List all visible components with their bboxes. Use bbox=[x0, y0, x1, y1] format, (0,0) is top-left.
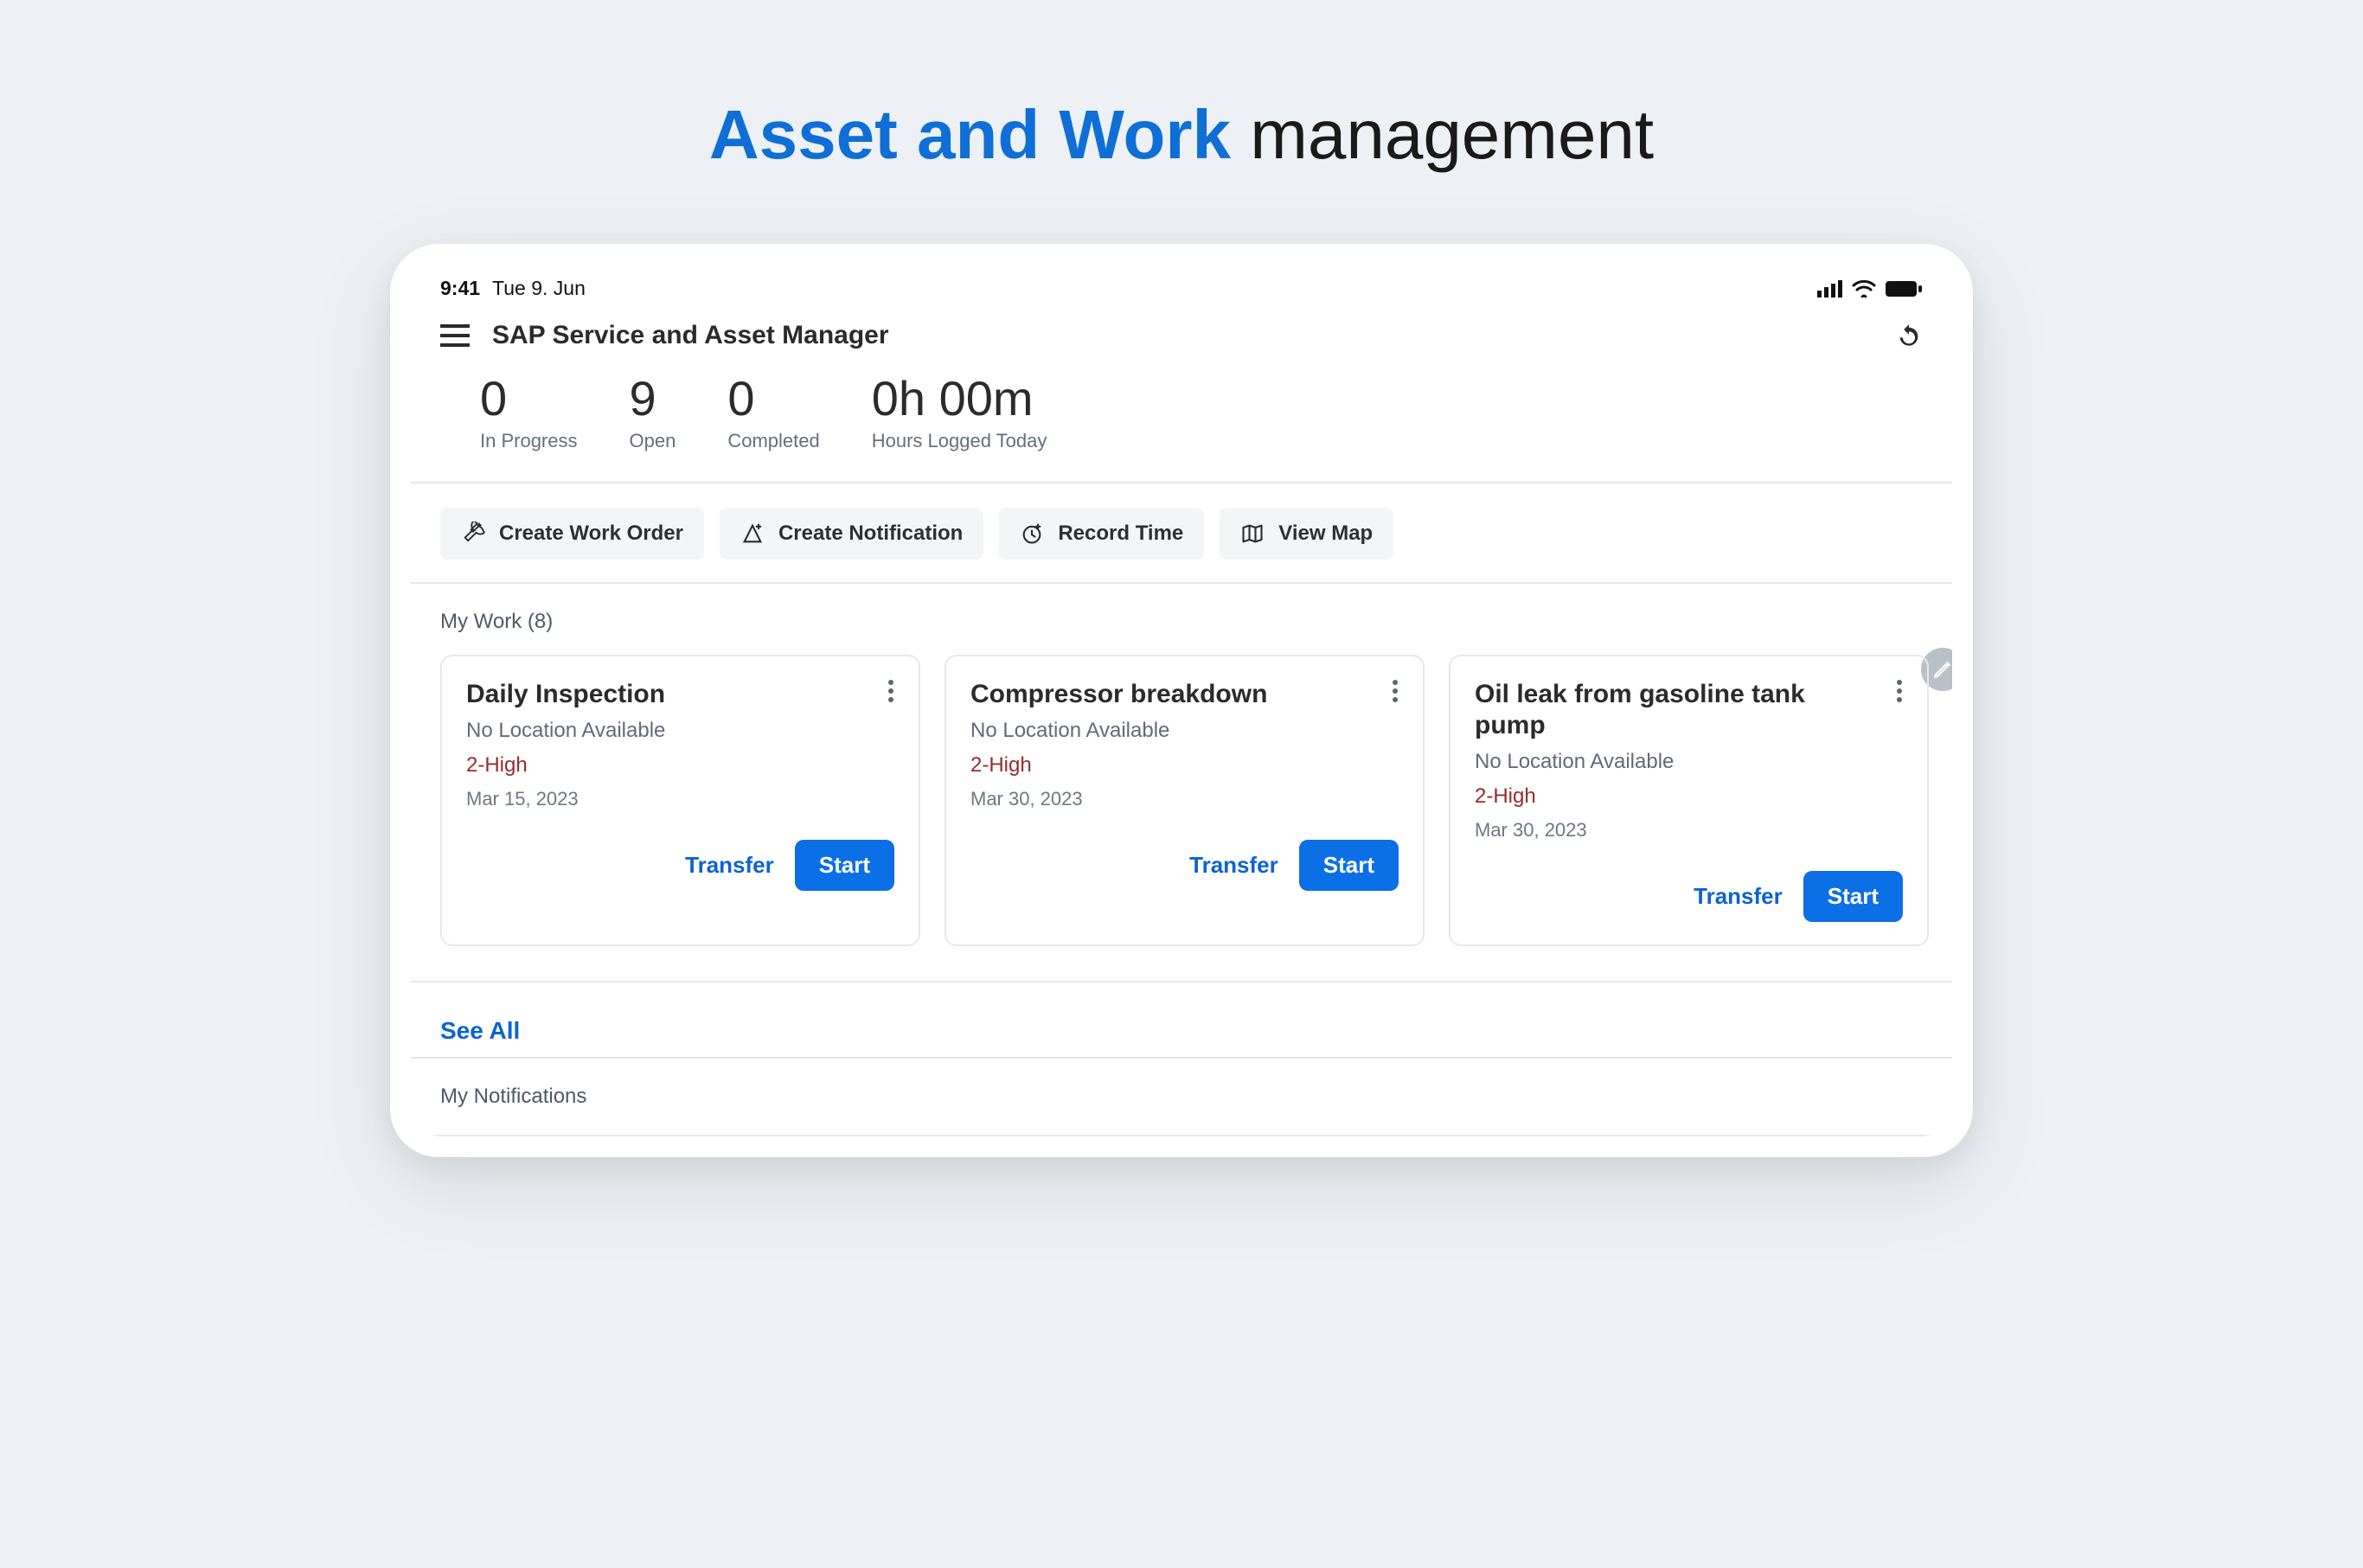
stat-open[interactable]: 9 Open bbox=[630, 374, 676, 452]
work-card[interactable]: Daily Inspection No Location Available 2… bbox=[440, 655, 920, 946]
app-header: SAP Service and Asset Manager bbox=[411, 305, 1952, 362]
wifi-icon bbox=[1852, 280, 1876, 298]
action-label: Create Work Order bbox=[499, 522, 683, 546]
more-icon[interactable] bbox=[1392, 679, 1399, 703]
tablet-frame: 9:41 Tue 9. Jun SAP Service a bbox=[390, 244, 1973, 1157]
stat-value: 0 bbox=[480, 374, 507, 423]
banner-rest: management bbox=[1231, 96, 1654, 173]
card-location: No Location Available bbox=[970, 719, 1399, 743]
stat-label: Hours Logged Today bbox=[872, 430, 1047, 452]
battery-icon bbox=[1885, 280, 1923, 298]
app-title: SAP Service and Asset Manager bbox=[492, 321, 889, 350]
status-date: Tue 9. Jun bbox=[492, 277, 586, 300]
my-notifications-label[interactable]: My Notifications bbox=[411, 1057, 1952, 1136]
menu-icon[interactable] bbox=[440, 324, 470, 347]
stats-row: 0 In Progress 9 Open 0 Completed 0h 00m … bbox=[411, 362, 1952, 483]
card-date: Mar 30, 2023 bbox=[970, 788, 1399, 810]
create-work-order-button[interactable]: Create Work Order bbox=[440, 508, 704, 560]
work-card[interactable]: Compressor breakdown No Location Availab… bbox=[945, 655, 1425, 946]
stat-label: Completed bbox=[727, 430, 819, 452]
card-priority: 2-High bbox=[1475, 784, 1903, 809]
banner-title: Asset and Work management bbox=[0, 0, 2363, 244]
more-icon[interactable] bbox=[1896, 679, 1903, 703]
card-title: Oil leak from gasoline tank pump bbox=[1475, 679, 1864, 741]
work-card[interactable]: Oil leak from gasoline tank pump No Loca… bbox=[1449, 655, 1929, 946]
see-all-button[interactable]: See All bbox=[440, 1017, 520, 1045]
card-date: Mar 30, 2023 bbox=[1475, 819, 1903, 842]
stat-value: 9 bbox=[630, 374, 656, 423]
card-location: No Location Available bbox=[1475, 750, 1903, 774]
card-location: No Location Available bbox=[466, 719, 894, 743]
start-button[interactable]: Start bbox=[1299, 840, 1399, 891]
card-title: Daily Inspection bbox=[466, 679, 665, 710]
card-date: Mar 15, 2023 bbox=[466, 788, 894, 810]
stat-completed[interactable]: 0 Completed bbox=[727, 374, 819, 452]
transfer-button[interactable]: Transfer bbox=[685, 852, 774, 879]
stat-value: 0 bbox=[727, 374, 754, 423]
sync-icon[interactable] bbox=[1897, 323, 1921, 348]
action-label: View Map bbox=[1278, 522, 1373, 546]
stat-label: In Progress bbox=[480, 430, 578, 452]
action-label: Create Notification bbox=[778, 522, 963, 546]
tablet-screen: 9:41 Tue 9. Jun SAP Service a bbox=[411, 265, 1952, 1136]
bell-plus-icon bbox=[740, 522, 765, 546]
transfer-button[interactable]: Transfer bbox=[1694, 883, 1783, 910]
stat-hours[interactable]: 0h 00m Hours Logged Today bbox=[872, 374, 1047, 452]
status-time: 9:41 bbox=[440, 277, 480, 300]
banner-bold: Asset and Work bbox=[709, 96, 1231, 173]
wrench-icon bbox=[461, 522, 485, 546]
view-map-button[interactable]: View Map bbox=[1220, 508, 1393, 560]
mywork-label: My Work (8) bbox=[411, 584, 1952, 655]
see-all-row: See All bbox=[411, 981, 1952, 1057]
mywork-cards: Daily Inspection No Location Available 2… bbox=[411, 655, 1952, 946]
card-priority: 2-High bbox=[466, 753, 894, 778]
action-label: Record Time bbox=[1058, 522, 1183, 546]
status-bar: 9:41 Tue 9. Jun bbox=[411, 265, 1952, 305]
start-button[interactable]: Start bbox=[795, 840, 894, 891]
clock-plus-icon bbox=[1020, 522, 1044, 546]
actions-row: Create Work Order Create Notification Re… bbox=[411, 483, 1952, 584]
start-button[interactable]: Start bbox=[1803, 871, 1903, 922]
stat-label: Open bbox=[630, 430, 676, 452]
more-icon[interactable] bbox=[887, 679, 894, 703]
stat-in-progress[interactable]: 0 In Progress bbox=[480, 374, 578, 452]
map-icon bbox=[1240, 522, 1265, 546]
transfer-button[interactable]: Transfer bbox=[1189, 852, 1278, 879]
cellular-icon bbox=[1817, 280, 1843, 298]
card-title: Compressor breakdown bbox=[970, 679, 1267, 710]
create-notification-button[interactable]: Create Notification bbox=[720, 508, 983, 560]
card-priority: 2-High bbox=[970, 753, 1399, 778]
record-time-button[interactable]: Record Time bbox=[999, 508, 1204, 560]
stat-value: 0h 00m bbox=[872, 374, 1034, 423]
